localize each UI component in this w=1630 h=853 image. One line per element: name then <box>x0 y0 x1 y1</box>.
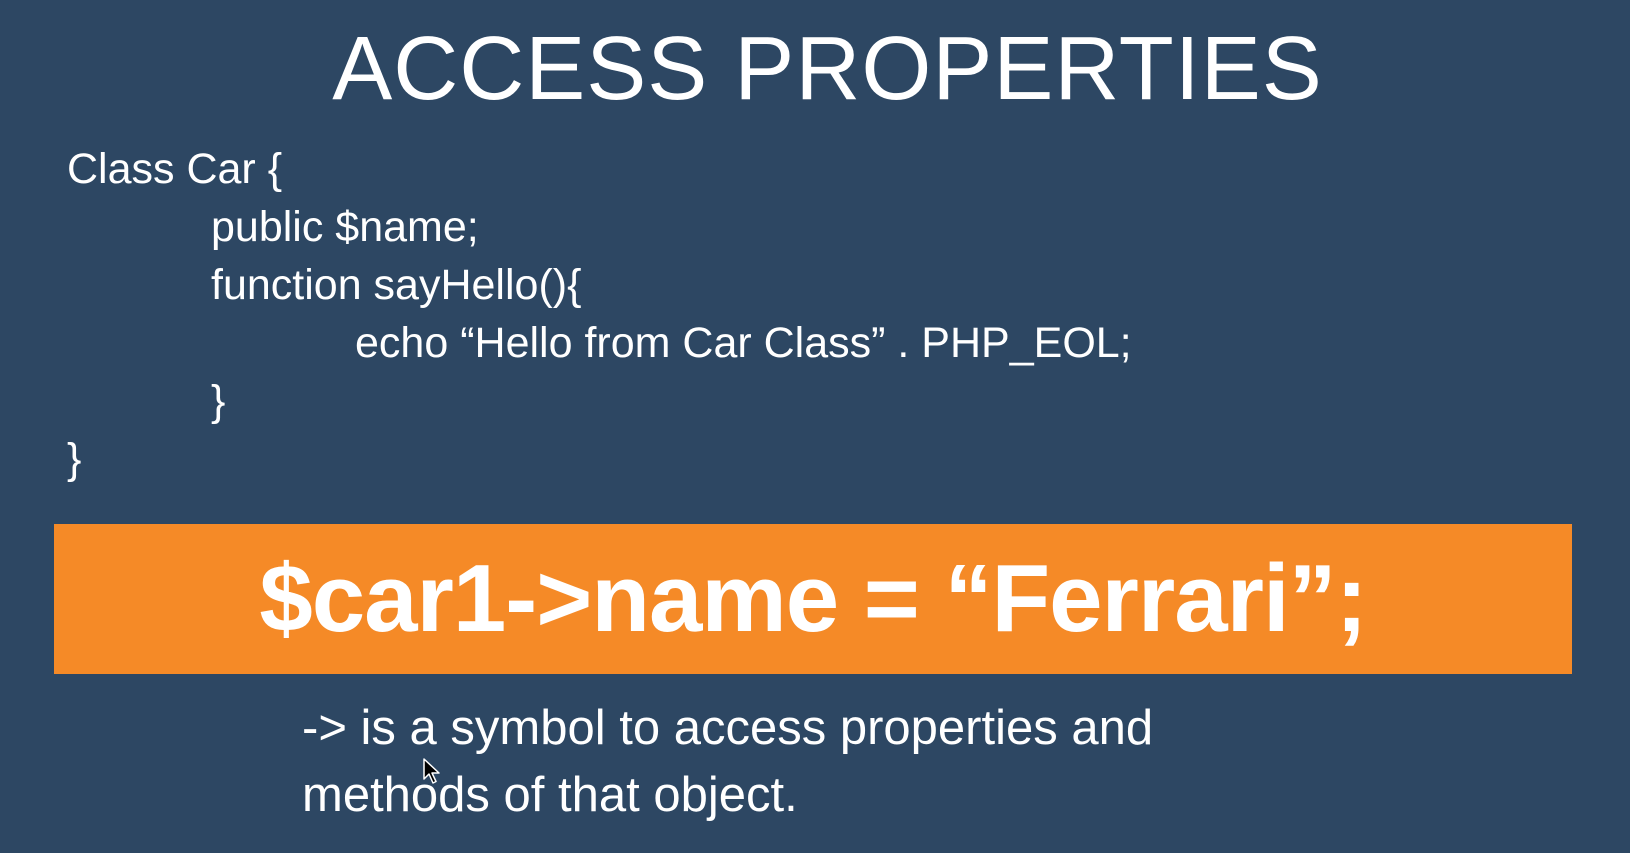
code-line: } <box>211 377 226 425</box>
note-line: -> is a symbol to access properties and <box>302 701 1154 755</box>
code-line: } <box>67 435 82 483</box>
code-line: Class Car { <box>67 145 283 193</box>
mouse-pointer-icon <box>423 758 440 784</box>
code-block: Class Car { public $name; function sayHe… <box>67 140 1132 488</box>
note-line: methods of that object. <box>302 768 798 822</box>
highlight-banner: $car1->name = “Ferrari”; <box>54 524 1572 674</box>
slide: ACCESS PROPERTIES Class Car { public $na… <box>0 0 1630 853</box>
code-line: function sayHello(){ <box>211 261 582 309</box>
explanation-note: -> is a symbol to access properties and … <box>302 695 1302 829</box>
code-line: public $name; <box>211 203 479 251</box>
slide-title: ACCESS PROPERTIES <box>332 19 1323 119</box>
code-line: echo “Hello from Car Class” . PHP_EOL; <box>355 319 1132 367</box>
highlight-code: $car1->name = “Ferrari”; <box>259 545 1367 652</box>
